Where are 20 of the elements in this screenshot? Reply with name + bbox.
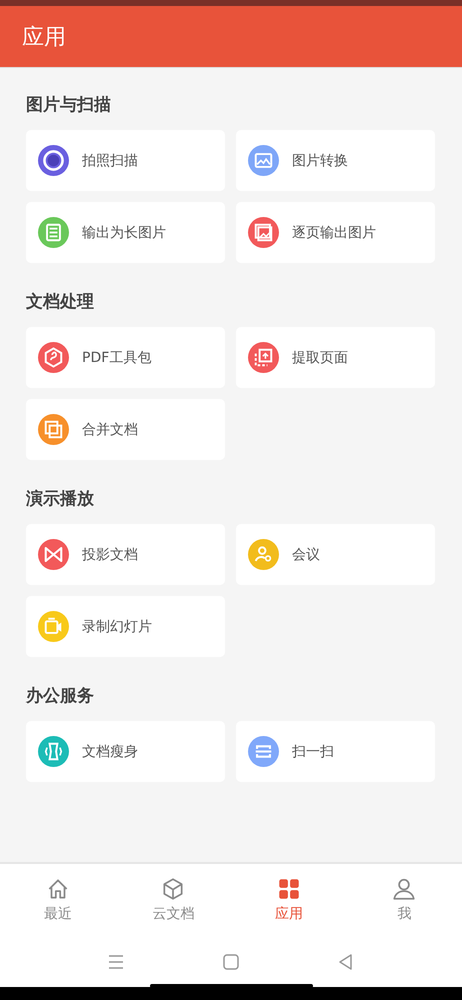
section-title: 演示播放 — [26, 488, 95, 511]
app-tile[interactable]: 录制幻灯片 — [26, 596, 225, 657]
app-tile[interactable]: 文档瘦身 — [26, 721, 225, 782]
section-title: 图片与扫描 — [26, 94, 112, 117]
tab[interactable]: 应用 — [231, 864, 346, 938]
app-tile[interactable]: 合并文档 — [26, 399, 225, 460]
app-tile[interactable]: PDF工具包 — [26, 327, 225, 388]
user-icon — [391, 876, 418, 902]
app-tile[interactable]: 提取页面 — [236, 327, 435, 388]
app-tile[interactable]: 逐页输出图片 — [236, 202, 435, 263]
square-icon[interactable] — [221, 952, 241, 972]
page-title: 应用 — [22, 24, 66, 52]
app-tile[interactable]: 拍照扫描 — [26, 130, 225, 191]
app-tile[interactable]: 投影文档 — [26, 524, 225, 585]
app-tile[interactable]: 图片转换 — [236, 130, 435, 191]
app-tile[interactable]: 扫一扫 — [236, 721, 435, 782]
app-tile[interactable]: 会议 — [236, 524, 435, 585]
section-title: 文档处理 — [26, 291, 95, 314]
section-title: 办公服务 — [26, 685, 95, 708]
app-tile[interactable]: 输出为长图片 — [26, 202, 225, 263]
